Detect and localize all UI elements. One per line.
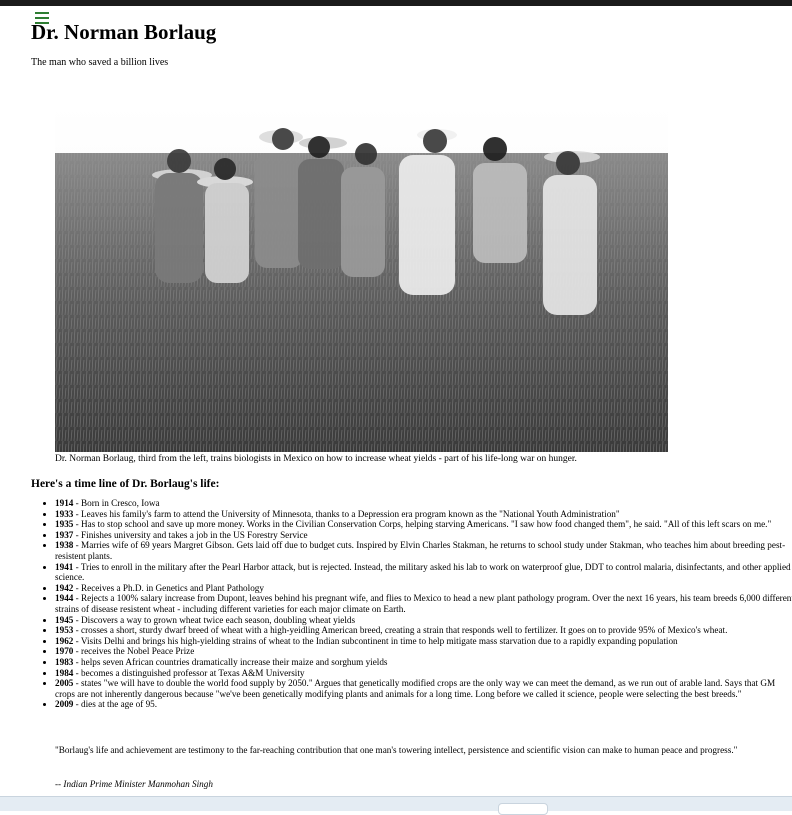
timeline-text: - helps seven African countries dramatic… — [73, 656, 388, 667]
timeline-text: - Born in Cresco, Iowa — [73, 498, 160, 508]
timeline-text: - Leaves his family's farm to attend the… — [73, 508, 620, 519]
timeline-item: 2009 - dies at the age of 95. — [55, 699, 792, 710]
timeline-text: - dies at the age of 95. — [73, 699, 158, 710]
bottom-bar — [0, 796, 792, 815]
timeline-year: 1942 — [55, 582, 74, 593]
timeline-item: 1953 - crosses a short, sturdy dwarf bre… — [55, 625, 792, 636]
timeline-item: 1933 - Leaves his family's farm to atten… — [55, 509, 792, 520]
timeline-year: 1937 — [55, 529, 74, 540]
timeline-item: 1984 - becomes a distinguished professor… — [55, 668, 792, 679]
timeline-item: 1914 - Born in Cresco, Iowa — [55, 498, 792, 509]
timeline-text: - becomes a distinguished professor at T… — [73, 667, 305, 678]
timeline-heading: Here's a time line of Dr. Borlaug's life… — [31, 478, 220, 490]
timeline-year: 1962 — [55, 635, 74, 646]
timeline-item: 1937 - Finishes university and takes a j… — [55, 530, 792, 541]
timeline-year: 1935 — [55, 519, 74, 530]
timeline-item: 1962 - Visits Delhi and brings his high-… — [55, 636, 792, 647]
page-title: Dr. Norman Borlaug — [31, 20, 217, 44]
timeline-year: 1933 — [55, 508, 74, 519]
timeline-item: 2005 - states "we will have to double th… — [55, 678, 792, 699]
timeline-item: 1945 - Discovers a way to grown wheat tw… — [55, 615, 792, 626]
timeline-year: 1914 — [55, 498, 74, 508]
quote-text: "Borlaug's life and achievement are test… — [55, 745, 738, 755]
timeline-text: - Visits Delhi and brings his high-yield… — [73, 635, 678, 646]
timeline-item: 1970 - receives the Nobel Peace Prize — [55, 646, 792, 657]
timeline-item: 1938 - Marries wife of 69 years Margret … — [55, 540, 792, 561]
timeline-year: 2005 — [55, 678, 74, 689]
timeline-year: 1983 — [55, 656, 74, 667]
timeline-text: - Receives a Ph.D. in Genetics and Plant… — [73, 582, 264, 593]
timeline-year: 1970 — [55, 646, 74, 657]
timeline-item: 1942 - Receives a Ph.D. in Genetics and … — [55, 583, 792, 594]
timeline-item: 1944 - Rejects a 100% salary increase fr… — [55, 593, 792, 614]
timeline-year: 1945 — [55, 614, 74, 625]
timeline-text: - crosses a short, sturdy dwarf breed of… — [73, 625, 728, 636]
timeline-text: - receives the Nobel Peace Prize — [73, 646, 195, 657]
timeline-text: - states "we will have to double the wor… — [55, 678, 776, 699]
quote-attribution: -- Indian Prime Minister Manmohan Singh — [55, 779, 213, 789]
timeline-item: 1941 - Tries to enroll in the military a… — [55, 562, 792, 583]
bottom-bar-control[interactable] — [498, 803, 548, 815]
timeline-text: - Has to stop school and save up more mo… — [73, 519, 772, 530]
timeline-item: 1983 - helps seven African countries dra… — [55, 657, 792, 668]
timeline-text: - Discovers a way to grown wheat twice e… — [73, 614, 356, 625]
timeline-year: 1953 — [55, 625, 74, 636]
timeline-year: 1941 — [55, 561, 74, 572]
timeline-year: 1938 — [55, 540, 74, 551]
timeline-year: 1984 — [55, 667, 74, 678]
timeline-list: 1914 - Born in Cresco, Iowa 1933 - Leave… — [44, 498, 792, 710]
timeline-item: 1935 - Has to stop school and save up mo… — [55, 519, 792, 530]
timeline-text: - Tries to enroll in the military after … — [55, 561, 791, 583]
timeline-text: - Marries wife of 69 years Margret Gibso… — [55, 540, 786, 561]
timeline-year: 2009 — [55, 699, 74, 710]
top-bar — [0, 0, 792, 6]
timeline-text: - Rejects a 100% salary increase from Du… — [55, 593, 792, 614]
page-tagline: The man who saved a billion lives — [31, 57, 169, 68]
photo-caption: Dr. Norman Borlaug, third from the left,… — [55, 454, 577, 464]
timeline-text: - Finishes university and takes a job in… — [73, 529, 308, 540]
borlaug-field-photo — [55, 105, 668, 452]
timeline-year: 1944 — [55, 593, 74, 604]
